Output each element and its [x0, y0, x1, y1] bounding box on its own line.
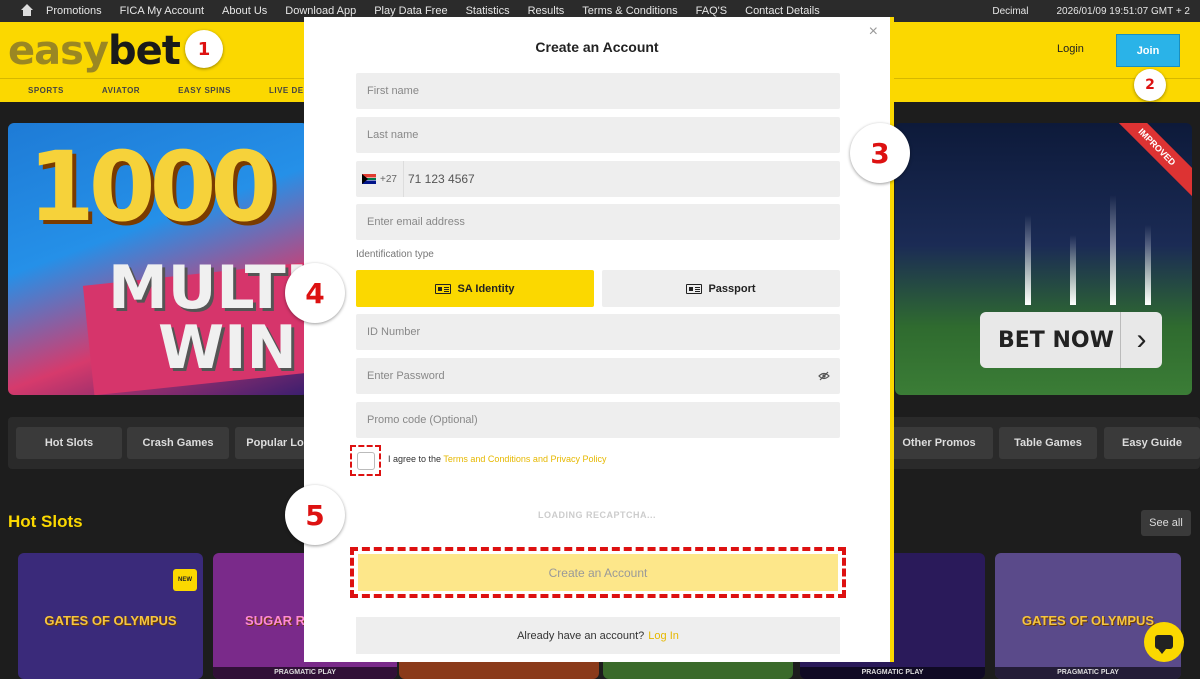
last-name-placeholder: Last name [367, 129, 419, 141]
game-provider: PRAGMATIC PLAY [800, 667, 985, 679]
login-link[interactable]: Login [1057, 43, 1084, 55]
firework-decoration [1025, 215, 1031, 305]
nav-link-promotions[interactable]: Promotions [46, 5, 102, 17]
passport-label: Passport [708, 282, 756, 295]
annotation-2: 2 [1134, 69, 1166, 101]
id-card-icon [435, 283, 452, 294]
password-field[interactable]: Enter Password [356, 358, 840, 394]
promo-code-field[interactable]: Promo code (Optional) [356, 402, 840, 438]
subnav-sports[interactable]: SPORTS [28, 86, 64, 95]
nav-link-about[interactable]: About Us [222, 5, 267, 17]
modal-title: Create an Account [535, 39, 659, 55]
bet-now-button[interactable]: BET NOW › [980, 312, 1162, 368]
nav-link-faqs[interactable]: FAQ'S [696, 5, 727, 17]
passport-button[interactable]: Passport [602, 270, 840, 307]
page: Promotions FICA My Account About Us Down… [0, 0, 1200, 679]
nav-link-contact[interactable]: Contact Details [745, 5, 820, 17]
annotation-4: 4 [285, 263, 345, 323]
annotation-3: 3 [850, 123, 910, 183]
terms-link[interactable]: Terms and Conditions and Privacy Policy [443, 454, 606, 464]
nav-link-play-data-free[interactable]: Play Data Free [374, 5, 447, 17]
create-account-button[interactable]: Create an Account [358, 554, 838, 591]
last-name-field[interactable]: Last name [356, 117, 840, 153]
create-account-modal: × Create an Account First name Last name… [304, 17, 894, 662]
firework-decoration [1145, 225, 1151, 305]
banner-win-text: WIN [158, 313, 297, 383]
improved-ribbon: IMPROVED [1103, 123, 1192, 201]
create-account-highlight: Create an Account [350, 547, 846, 598]
phone-field[interactable]: +27 71 123 4567 [356, 161, 840, 197]
game-tile[interactable]: NEW GATES OF OLYMPUS [18, 553, 203, 679]
game-provider: PRAGMATIC PLAY [213, 667, 397, 679]
see-all-button[interactable]: See all [1141, 510, 1191, 536]
game-title: GATES OF OLYMPUS [44, 613, 177, 628]
agree-checkbox-highlight [350, 445, 381, 476]
login-link-modal[interactable]: Log In [648, 630, 679, 642]
subnav-easy-spins[interactable]: EASY SPINS [178, 86, 231, 95]
hero-banner-multi-win[interactable]: 1000 MULTI WIN [8, 123, 308, 395]
easybet-logo[interactable]: easybet [8, 28, 181, 74]
passport-icon [686, 283, 703, 294]
promo-placeholder: Promo code (Optional) [367, 414, 478, 426]
nav-link-statistics[interactable]: Statistics [466, 5, 510, 17]
first-name-placeholder: First name [367, 85, 419, 97]
join-button[interactable]: Join [1116, 34, 1180, 67]
new-badge: NEW [173, 569, 197, 591]
id-number-placeholder: ID Number [367, 326, 421, 338]
chat-icon [1155, 635, 1173, 654]
nav-link-terms[interactable]: Terms & Conditions [582, 5, 677, 17]
game-provider: PRAGMATIC PLAY [995, 667, 1181, 679]
nav-link-results[interactable]: Results [528, 5, 565, 17]
tab-easy-guide[interactable]: Easy Guide [1104, 427, 1200, 459]
country-code-select[interactable]: +27 [356, 161, 404, 197]
email-field[interactable]: Enter email address [356, 204, 840, 240]
id-type-label: Identification type [356, 249, 434, 260]
tab-other-promos[interactable]: Other Promos [885, 427, 993, 459]
firework-decoration [1070, 235, 1076, 305]
nav-link-download[interactable]: Download App [285, 5, 356, 17]
bet-now-label: BET NOW [998, 327, 1114, 353]
recaptcha-loading: LOADING RECAPTCHA... [538, 510, 656, 520]
south-africa-flag-icon [362, 174, 376, 184]
odds-format-select[interactable]: Decimal [992, 6, 1028, 17]
already-have-account: Already have an account? Log In [356, 617, 840, 654]
eye-slash-icon[interactable] [818, 370, 830, 382]
agree-text: I agree to the Terms and Conditions and … [388, 454, 607, 464]
annotation-1: 1 [185, 30, 223, 68]
sa-identity-label: SA Identity [457, 282, 515, 295]
sa-identity-button[interactable]: SA Identity [356, 270, 594, 307]
id-number-field[interactable]: ID Number [356, 314, 840, 350]
hot-slots-heading: Hot Slots [8, 512, 83, 531]
home-icon[interactable] [20, 4, 34, 18]
first-name-field[interactable]: First name [356, 73, 840, 109]
chevron-right-icon: › [1120, 312, 1162, 368]
annotation-5: 5 [285, 485, 345, 545]
chat-button[interactable] [1144, 622, 1184, 662]
banner-headline: 1000 [28, 131, 277, 243]
country-code: +27 [380, 173, 397, 185]
firework-decoration [1110, 195, 1116, 305]
email-placeholder: Enter email address [367, 216, 465, 228]
nav-link-fica[interactable]: FICA My Account [120, 5, 204, 17]
subnav-aviator[interactable]: AVIATOR [102, 86, 140, 95]
phone-placeholder: 71 123 4567 [408, 172, 475, 186]
tab-hot-slots[interactable]: Hot Slots [16, 427, 122, 459]
password-placeholder: Enter Password [367, 370, 445, 382]
tab-popular[interactable]: Popular Lo [235, 427, 315, 459]
tab-crash-games[interactable]: Crash Games [127, 427, 229, 459]
tab-table-games[interactable]: Table Games [999, 427, 1097, 459]
agree-checkbox[interactable] [356, 451, 375, 470]
datetime: 2026/01/09 19:51:07 GMT + 2 [1056, 5, 1190, 17]
game-tile[interactable]: GATES OF OLYMPUS PRAGMATIC PLAY [995, 553, 1181, 679]
